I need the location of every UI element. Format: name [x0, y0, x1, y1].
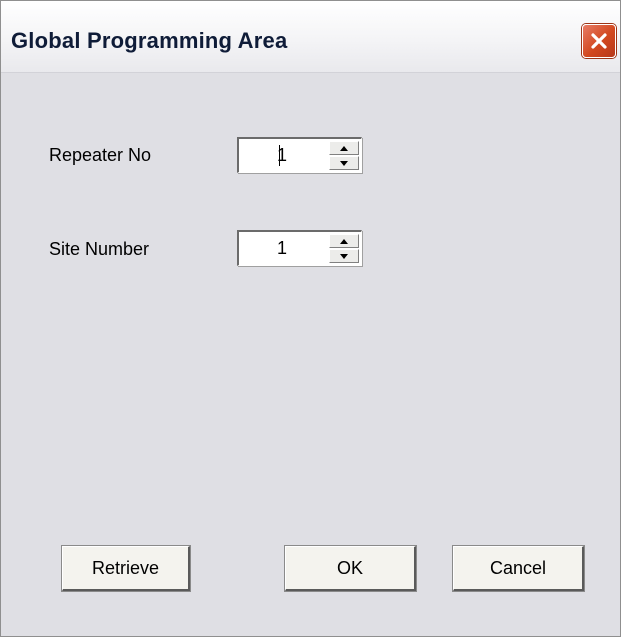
ok-button[interactable]: OK: [285, 546, 416, 591]
retrieve-button[interactable]: Retrieve: [62, 546, 190, 591]
repeater-no-label: Repeater No: [49, 145, 152, 165]
text-caret: [279, 145, 280, 166]
spin-down-arrow-icon: [340, 160, 348, 166]
close-button[interactable]: [582, 24, 616, 58]
site-number-input[interactable]: [239, 232, 325, 265]
window-title: Global Programming Area: [11, 28, 288, 53]
site-number-label: Site Number: [49, 239, 150, 259]
site-number-spin-buttons: [329, 234, 359, 263]
spin-down-arrow-icon: [340, 253, 348, 259]
global-programming-area-dialog: Global Programming Area Repeater No Site…: [0, 0, 621, 637]
repeater-no-increment-button[interactable]: [329, 141, 359, 155]
close-icon: [589, 31, 609, 51]
site-number-increment-button[interactable]: [329, 234, 359, 248]
cancel-button[interactable]: Cancel: [453, 546, 584, 591]
repeater-no-input[interactable]: [239, 139, 325, 172]
site-number-decrement-button[interactable]: [329, 249, 359, 263]
repeater-no-decrement-button[interactable]: [329, 156, 359, 170]
spin-up-arrow-icon: [340, 238, 348, 244]
title-bar[interactable]: Global Programming Area: [1, 1, 620, 73]
repeater-no-spin-buttons: [329, 141, 359, 170]
repeater-no-spinner: [237, 137, 362, 173]
site-number-spinner: [237, 230, 362, 266]
spin-up-arrow-icon: [340, 145, 348, 151]
